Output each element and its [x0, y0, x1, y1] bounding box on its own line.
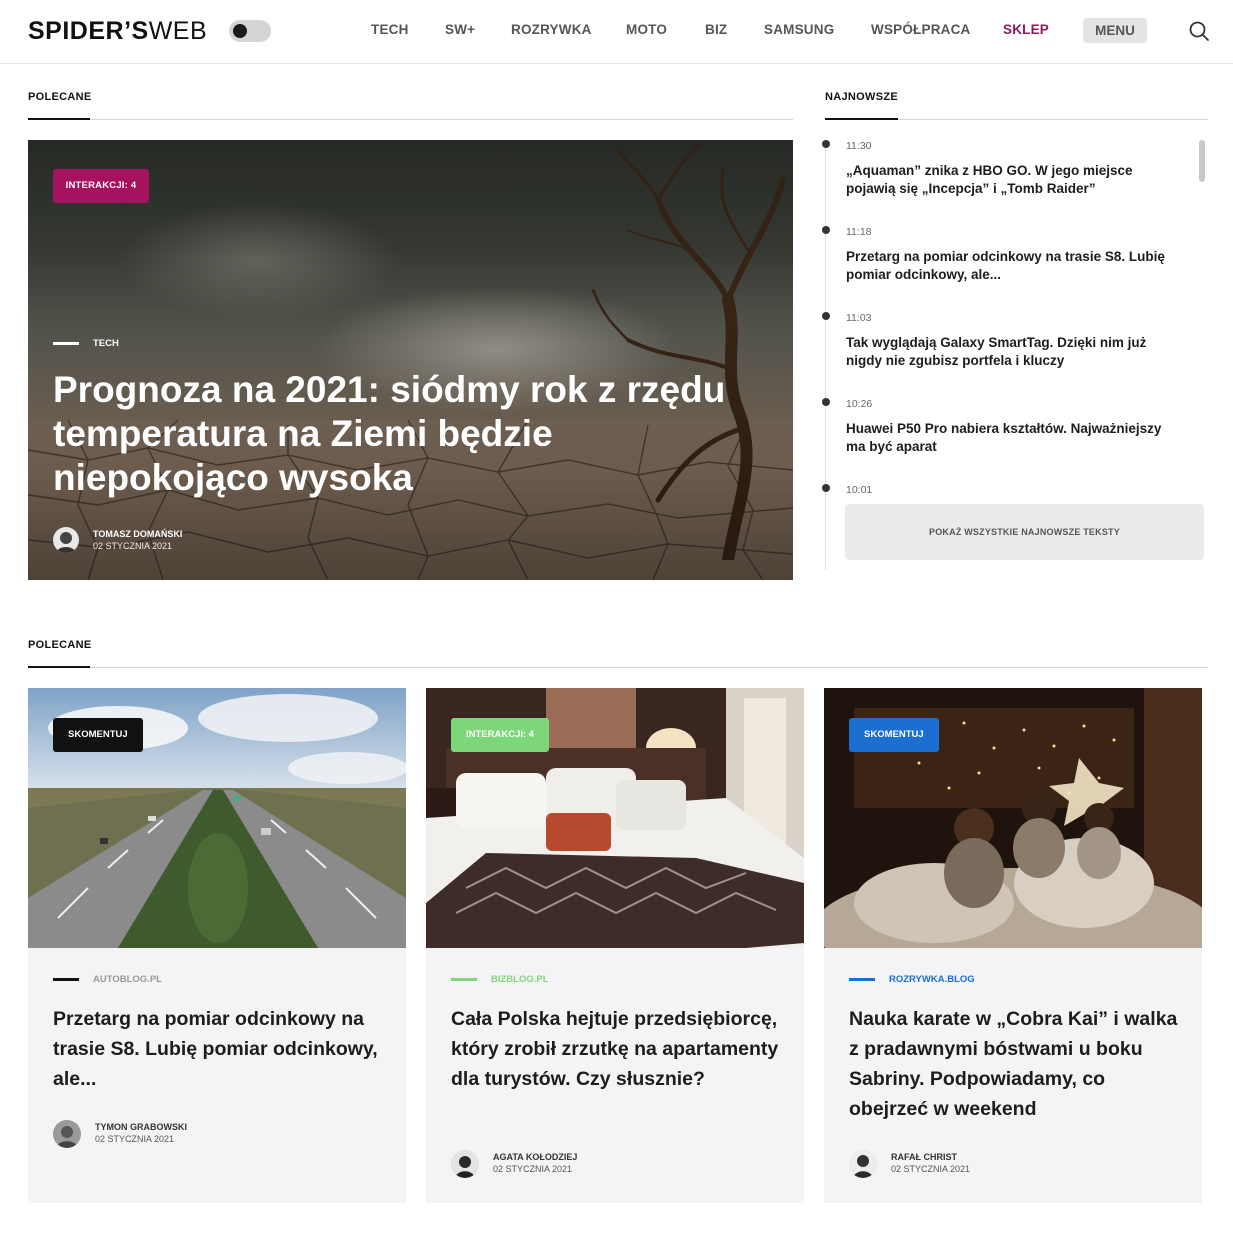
article-card[interactable]: SKOMENTUJ AUTOBLOG.PL Przetarg na pomiar… — [28, 688, 406, 1203]
latest-item-title[interactable]: „Aquaman” znika z HBO GO. W jego miejsce… — [846, 162, 1176, 198]
nav-item-wspolpraca[interactable]: WSPÓŁPRACA — [871, 22, 971, 38]
category-marker — [53, 342, 79, 345]
card-author[interactable]: RAFAŁ CHRIST — [891, 1152, 957, 1163]
featured-title[interactable]: Prognoza na 2021: siódmy rok z rzędu tem… — [53, 368, 773, 500]
card-author[interactable]: AGATA KOŁODZIEJ — [493, 1152, 577, 1163]
logo-light-text: WEB — [148, 17, 208, 45]
nav-item-rozrywka[interactable]: ROZRYWKA — [511, 22, 592, 38]
card-date: 02 STYCZNIA 2021 — [493, 1164, 573, 1174]
card-category[interactable]: BIZBLOG.PL — [491, 974, 549, 985]
latest-time: 10:01 — [846, 484, 873, 496]
card-date: 02 STYCZNIA 2021 — [891, 1164, 971, 1174]
nav-item-samsung[interactable]: SAMSUNG — [764, 22, 834, 38]
timeline-dot — [822, 398, 830, 406]
latest-section-title: NAJNOWSZE — [825, 91, 898, 103]
latest-item-title[interactable]: Tak wyglądają Galaxy SmartTag. Dzięki ni… — [846, 334, 1176, 370]
timeline-dot — [822, 312, 830, 320]
nav-item-moto[interactable]: MOTO — [626, 22, 667, 38]
latest-time: 11:30 — [846, 140, 872, 152]
latest-item-title[interactable]: Huawei P50 Pro nabiera kształtów. Najważ… — [846, 420, 1176, 456]
interactions-badge[interactable]: INTERAKCJI: 4 — [451, 718, 550, 752]
latest-item-title[interactable]: Przetarg na pomiar odcinkowy na trasie S… — [846, 248, 1176, 284]
card-category[interactable]: ROZRYWKA.BLOG — [889, 974, 975, 985]
article-card[interactable]: SKOMENTUJ ROZRYWKA.BLOG Nauka karate w „… — [824, 688, 1202, 1203]
featured-article[interactable]: INTERAKCJI: 4 TECH Prognoza na 2021: sió… — [28, 140, 793, 580]
card-title[interactable]: Przetarg na pomiar odcinkowy na trasie S… — [53, 1004, 388, 1094]
latest-time: 10:26 — [846, 398, 873, 410]
card-date: 02 STYCZNIA 2021 — [95, 1134, 175, 1144]
article-card[interactable]: INTERAKCJI: 4 BIZBLOG.PL Cała Polska hej… — [426, 688, 804, 1203]
site-logo[interactable]: SPIDER’SWEB — [28, 17, 207, 45]
category-marker — [53, 978, 79, 981]
latest-scrollbar[interactable] — [1199, 140, 1205, 182]
card-author[interactable]: TYMON GRABOWSKI — [95, 1122, 187, 1133]
card-title[interactable]: Nauka karate w „Cobra Kai” i walka z pra… — [849, 1004, 1184, 1124]
featured-section-title: POLECANE — [28, 91, 92, 103]
featured-category[interactable]: TECH — [93, 338, 119, 349]
nav-item-tech[interactable]: TECH — [371, 22, 409, 38]
interactions-badge[interactable]: INTERAKCJI: 4 — [53, 169, 149, 203]
author-avatar[interactable] — [53, 527, 79, 553]
timeline-dot — [822, 140, 830, 148]
toggle-knob — [233, 24, 247, 38]
show-all-latest-button[interactable]: POKAŻ WSZYSTKIE NAJNOWSZE TEKSTY — [845, 504, 1204, 560]
nav-item-biz[interactable]: BIZ — [705, 22, 727, 38]
recommended-section-divider — [28, 666, 1208, 668]
menu-button[interactable]: MENU — [1083, 18, 1147, 43]
nav-item-sw-plus[interactable]: SW+ — [445, 22, 475, 38]
recommended-section-title: POLECANE — [28, 639, 92, 651]
latest-time: 11:03 — [846, 312, 872, 324]
timeline-dot — [822, 226, 830, 234]
card-category[interactable]: AUTOBLOG.PL — [93, 974, 162, 985]
comment-badge[interactable]: SKOMENTUJ — [53, 718, 143, 752]
category-marker — [451, 978, 477, 981]
comment-badge[interactable]: SKOMENTUJ — [849, 718, 939, 752]
author-avatar[interactable] — [451, 1150, 479, 1178]
latest-time: 11:18 — [846, 226, 872, 238]
featured-author[interactable]: TOMASZ DOMAŃSKI — [93, 529, 182, 540]
site-header: SPIDER’SWEB TECH SW+ ROZRYWKA MOTO BIZ S… — [0, 0, 1233, 64]
category-marker — [849, 978, 875, 981]
card-title[interactable]: Cała Polska hejtuje przedsiębiorcę, któr… — [451, 1004, 786, 1094]
featured-date: 02 STYCZNIA 2021 — [93, 541, 173, 551]
latest-timeline — [825, 143, 826, 570]
latest-section-divider — [825, 118, 1208, 120]
timeline-dot — [822, 484, 830, 492]
nav-item-sklep[interactable]: SKLEP — [1003, 22, 1049, 38]
logo-bold-text: SPIDER’S — [28, 17, 149, 45]
author-avatar[interactable] — [849, 1150, 877, 1178]
author-avatar[interactable] — [53, 1120, 81, 1148]
dark-mode-toggle[interactable] — [229, 20, 271, 42]
featured-section-divider — [28, 118, 793, 120]
search-icon[interactable] — [1188, 20, 1210, 42]
